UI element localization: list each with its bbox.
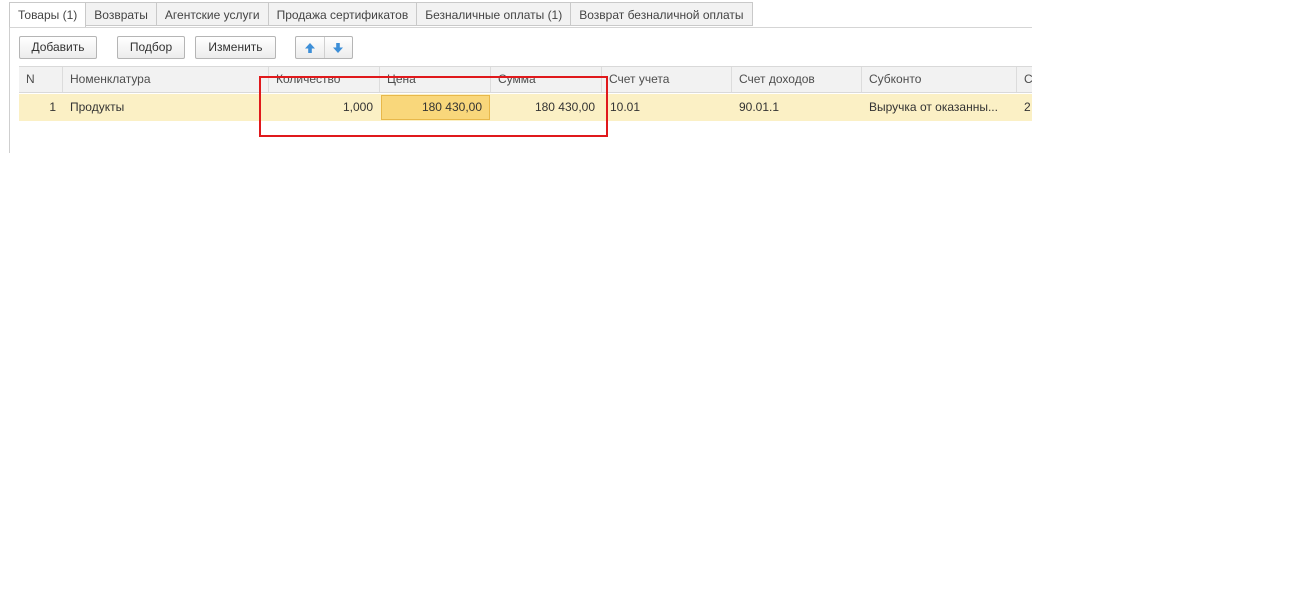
- tab-certificate-sales[interactable]: Продажа сертификатов: [268, 2, 418, 26]
- col-header-quantity[interactable]: Количество: [269, 67, 380, 92]
- arrow-down-icon: [333, 42, 344, 53]
- move-up-button[interactable]: [296, 37, 324, 58]
- col-header-n[interactable]: N: [19, 67, 63, 92]
- table-row[interactable]: 1 Продукты 1,000 180 430,00 180 430,00 1…: [19, 94, 1032, 121]
- col-header-nomenclature[interactable]: Номенклатура: [63, 67, 269, 92]
- tab-returns[interactable]: Возвраты: [86, 2, 157, 26]
- goods-table: N Номенклатура Количество Цена Сумма Сче…: [19, 66, 1032, 122]
- document-form: Товары (1) Возвраты Агентские услуги Про…: [0, 0, 1314, 596]
- panel-left-border: [9, 27, 10, 153]
- cell-nomenclature[interactable]: Продукты: [63, 94, 269, 121]
- col-header-price[interactable]: Цена: [380, 67, 491, 92]
- cell-income-account[interactable]: 90.01.1: [732, 94, 862, 121]
- col-header-sum[interactable]: Сумма: [491, 67, 602, 92]
- cell-n: 1: [49, 100, 56, 114]
- cell-sum[interactable]: 180 430,00: [491, 94, 602, 121]
- col-header-subconto[interactable]: Субконто: [862, 67, 1017, 92]
- arrow-up-icon: [304, 42, 315, 53]
- add-button[interactable]: Добавить: [19, 36, 97, 59]
- cell-quantity[interactable]: 1,000: [269, 94, 380, 121]
- cell-account[interactable]: 10.01: [602, 94, 732, 121]
- cell-subconto[interactable]: Выручка от оказанны...: [862, 94, 1017, 121]
- cell-more[interactable]: 2: [1017, 94, 1032, 121]
- tab-goods[interactable]: Товары (1): [9, 2, 87, 28]
- tab-divider: [9, 27, 1032, 28]
- col-header-more[interactable]: С: [1017, 67, 1032, 92]
- move-down-button[interactable]: [323, 37, 353, 58]
- move-buttons: [295, 36, 353, 59]
- col-header-account[interactable]: Счет учета: [602, 67, 732, 92]
- tab-bar: Товары (1) Возвраты Агентские услуги Про…: [9, 2, 753, 28]
- tab-cashless-payments[interactable]: Безналичные оплаты (1): [417, 2, 572, 26]
- table-header: N Номенклатура Количество Цена Сумма Сче…: [19, 66, 1032, 93]
- edit-button[interactable]: Изменить: [195, 36, 276, 59]
- tab-agent-services[interactable]: Агентские услуги: [156, 2, 269, 26]
- tab-cashless-refund[interactable]: Возврат безналичной оплаты: [571, 2, 753, 26]
- col-header-income-account[interactable]: Счет доходов: [732, 67, 862, 92]
- select-button[interactable]: Подбор: [117, 36, 185, 59]
- cell-price[interactable]: 180 430,00: [381, 95, 490, 120]
